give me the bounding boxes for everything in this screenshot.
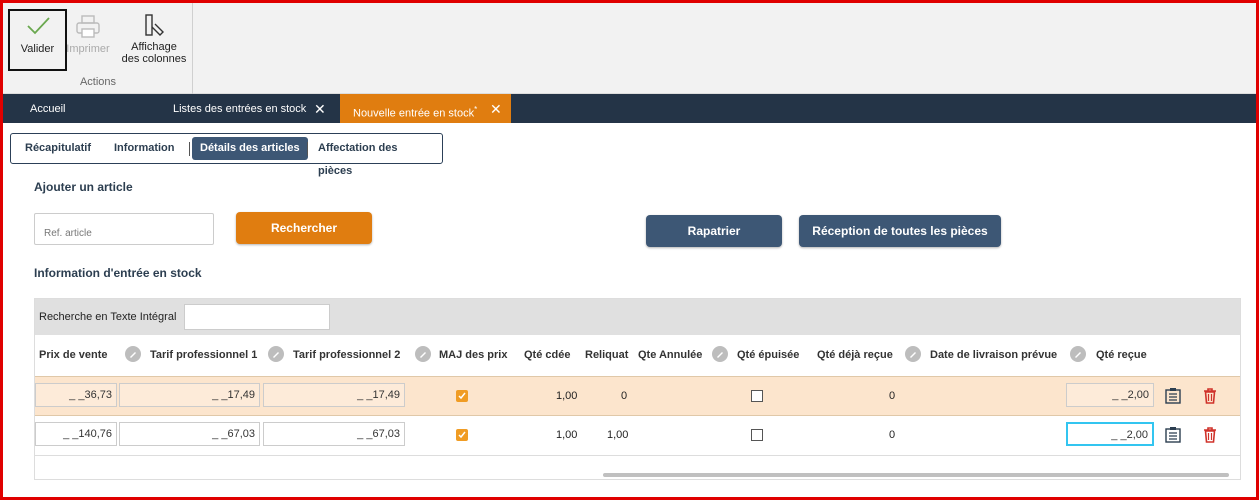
header-reliquat[interactable]: Reliquat [585, 349, 628, 361]
trash-icon[interactable] [1201, 387, 1219, 405]
qte-cdee-value: 1,00 [556, 390, 578, 402]
add-article-title: Ajouter un article [34, 180, 133, 194]
tarif2-input[interactable]: _ _67,03 [263, 422, 405, 446]
pencil-icon[interactable] [905, 346, 921, 362]
ribbon: Valider Imprimer Affichage des colonnes … [3, 3, 1256, 94]
qte-deja-recue-value: 0 [889, 390, 896, 402]
valider-button[interactable]: Valider [8, 9, 67, 71]
header-tarif2[interactable]: Tarif professionnel 2 [293, 349, 400, 361]
articles-grid: Recherche en Texte Intégral Prix de vent… [34, 298, 1241, 480]
affichage-label-1: Affichage [131, 41, 177, 53]
printer-icon [76, 15, 100, 38]
rechercher-button[interactable]: Rechercher [236, 212, 372, 244]
header-date-livraison[interactable]: Date de livraison prévue [930, 349, 1057, 361]
pencil-icon[interactable] [712, 346, 728, 362]
pencil-icon[interactable] [268, 346, 284, 362]
qte-recue-input-focused[interactable]: _ _2,00 [1066, 422, 1154, 446]
rapatrier-button[interactable]: Rapatrier [646, 215, 782, 247]
clipboard-list-icon[interactable] [1164, 426, 1182, 444]
stock-info-title: Information d'entrée en stock [34, 266, 202, 280]
tab-listes-entrees[interactable]: Listes des entrées en stock ✕ [173, 94, 338, 123]
pencil-icon[interactable] [125, 346, 141, 362]
table-row[interactable]: _ _140,76 _ _67,03 _ _67,03 1,00 1,00 0 … [35, 416, 1240, 456]
qte-deja-recue-value: 0 [889, 429, 896, 441]
tab-details-articles[interactable]: Détails des articles [192, 137, 308, 160]
header-prix-vente[interactable]: Prix de vente [39, 349, 107, 361]
valider-label: Valider [20, 43, 55, 55]
section-tabs: Récapitulatif Information Détails des ar… [10, 133, 443, 177]
header-qte-recue[interactable]: Qté reçue [1096, 349, 1147, 361]
fulltext-search-input[interactable] [184, 304, 330, 330]
tab-information[interactable]: Information [106, 137, 183, 160]
fulltext-label: Recherche en Texte Intégral [39, 311, 177, 323]
header-maj-prix[interactable]: MAJ des prix [439, 349, 507, 361]
tab-label: Nouvelle entrée en stock [353, 107, 475, 120]
tarif1-input[interactable]: _ _17,49 [119, 383, 260, 407]
header-qte-deja-recue[interactable]: Qté déjà reçue [817, 349, 893, 361]
divider [307, 142, 308, 156]
ref-article-placeholder: Ref. article [44, 228, 92, 239]
tab-affectation-pieces[interactable]: Affectation des pièces [310, 137, 442, 177]
checkmark-icon [26, 17, 50, 35]
grid-search-bar: Recherche en Texte Intégral [35, 299, 1240, 335]
qte-recue-input[interactable]: _ _2,00 [1066, 383, 1154, 407]
prix-vente-input[interactable]: _ _140,76 [35, 422, 117, 446]
tarif1-input[interactable]: _ _67,03 [119, 422, 260, 446]
tab-nouvelle-entree[interactable]: Nouvelle entrée en stock* ✕ [340, 94, 511, 123]
prix-vente-input[interactable]: _ _36,73 [35, 383, 117, 407]
clipboard-list-icon[interactable] [1164, 387, 1182, 405]
header-tarif1[interactable]: Tarif professionnel 1 [150, 349, 257, 361]
modified-mark: * [474, 105, 478, 114]
pencil-icon[interactable] [415, 346, 431, 362]
close-icon[interactable]: ✕ [490, 94, 502, 125]
qte-epuisee-checkbox[interactable] [751, 429, 763, 441]
actions-group: Valider Imprimer Affichage des colonnes … [3, 3, 193, 94]
divider [189, 142, 190, 156]
qte-cdee-value: 1,00 [556, 429, 578, 441]
maj-prix-checkbox[interactable] [456, 429, 468, 441]
tab-recapitulatif[interactable]: Récapitulatif [17, 137, 99, 160]
document-tabbar: Accueil Listes des entrées en stock ✕ No… [3, 94, 1256, 123]
pencil-icon[interactable] [1070, 346, 1086, 362]
reliquat-value: 1,00 [607, 429, 629, 441]
group-label: Actions [79, 76, 117, 88]
header-qte-cdee[interactable]: Qté cdée [524, 349, 570, 361]
imprimer-label: Imprimer [66, 43, 110, 55]
header-qte-epuisee[interactable]: Qté épuisée [737, 349, 799, 361]
tarif2-input[interactable]: _ _17,49 [263, 383, 405, 407]
reception-toutes-pieces-button[interactable]: Réception de toutes les pièces [799, 215, 1001, 247]
columns-edit-icon [145, 14, 164, 36]
close-icon[interactable]: ✕ [314, 94, 326, 125]
tab-accueil[interactable]: Accueil [30, 94, 65, 123]
affichage-label-2: des colonnes [121, 53, 187, 65]
tab-label: Accueil [30, 103, 66, 115]
horizontal-scrollbar[interactable] [603, 473, 1229, 477]
imprimer-button[interactable]: Imprimer [63, 9, 113, 71]
qte-epuisee-checkbox[interactable] [751, 390, 763, 402]
header-qte-annulee[interactable]: Qte Annulée [638, 349, 702, 361]
reliquat-value: 0 [621, 390, 628, 402]
maj-prix-checkbox[interactable] [456, 390, 468, 402]
table-row[interactable]: _ _36,73 _ _17,49 _ _17,49 1,00 0 0 _ _2… [35, 376, 1240, 416]
tab-label: Listes des entrées en stock [173, 103, 307, 115]
affichage-colonnes-button[interactable]: Affichage des colonnes [118, 9, 190, 71]
ref-article-input[interactable]: Ref. article [34, 213, 214, 245]
trash-icon[interactable] [1201, 426, 1219, 444]
